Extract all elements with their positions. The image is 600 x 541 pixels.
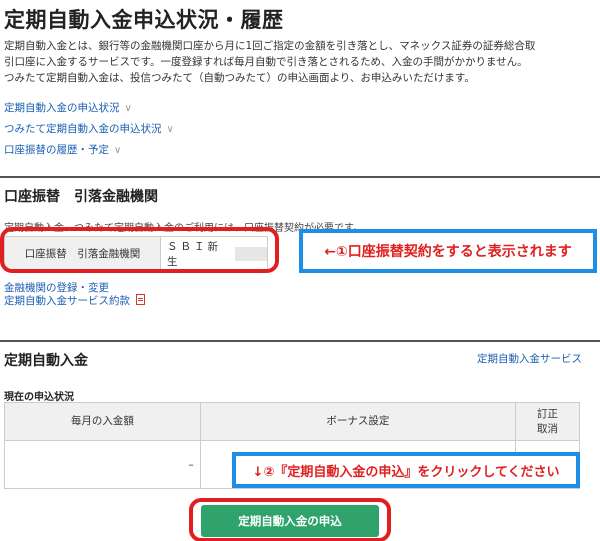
apply-button[interactable]: 定期自動入金の申込 — [201, 505, 379, 537]
chevron-down-icon: ∨ — [114, 145, 122, 156]
anchor-link-transfer-history[interactable]: 口座振替の履歴・予定 ∨ — [4, 140, 174, 161]
intro-line: 引口座に入金するサービスです。一度登録すれば毎月自動で引き落とされるため、入金の… — [4, 56, 528, 68]
anchor-link-label: 口座振替の履歴・予定 — [4, 144, 109, 156]
page-title: 定期自動入金申込状況・履歴 — [4, 8, 284, 32]
column-monthly-amount: 毎月の入金額 — [4, 402, 201, 441]
anchor-link-label: つみたて定期自動入金の申込状況 — [4, 123, 162, 135]
anchor-link-application-status[interactable]: 定期自動入金の申込状況 ∨ — [4, 98, 174, 119]
intro-text: 定期自動入金とは、銀行等の金融機関口座から月に1回ご指定の金額を引き落とし、マネ… — [4, 38, 596, 86]
callout-first: ←①口座振替契約をすると表示されます — [299, 229, 597, 273]
pdf-icon — [136, 294, 145, 305]
anchor-links: 定期自動入金の申込状況 ∨ つみたて定期自動入金の申込状況 ∨ 口座振替の履歴・予定… — [4, 98, 174, 161]
anchor-link-tsumitate-status[interactable]: つみたて定期自動入金の申込状況 ∨ — [4, 119, 174, 140]
anchor-link-label: 定期自動入金の申込状況 — [4, 102, 120, 114]
table-header-row: 毎月の入金額 ボーナス設定 訂正取消 — [4, 402, 580, 441]
callout-second: ↓②『定期自動入金の申込』をクリックしてください — [232, 452, 580, 488]
bank-section-heading: 口座振替 引落金融機関 — [0, 176, 600, 206]
terms-link-row: 定期自動入金サービス約款 — [4, 293, 145, 308]
service-link[interactable]: 定期自動入金サービス — [477, 351, 582, 366]
chevron-down-icon: ∨ — [166, 124, 174, 135]
column-bonus-setting: ボーナス設定 — [199, 402, 517, 441]
highlight-frame-bank-row — [0, 227, 279, 273]
column-edit: 訂正 — [537, 407, 559, 420]
monthly-amount-cell: – — [4, 440, 201, 489]
terms-link[interactable]: 定期自動入金サービス約款 — [4, 295, 130, 307]
intro-line: つみたて定期自動入金は、投信つみたて（自動つみたて）の申込画面より、お申込みいた… — [4, 72, 475, 84]
status-label: 現在の申込状況 — [4, 392, 74, 403]
column-cancel: 取消 — [537, 422, 559, 435]
column-edit-cancel: 訂正 取消 — [515, 402, 580, 441]
chevron-down-icon: ∨ — [124, 103, 132, 114]
intro-line: 定期自動入金とは、銀行等の金融機関口座から月に1回ご指定の金額を引き落とし、マネ… — [4, 40, 536, 52]
